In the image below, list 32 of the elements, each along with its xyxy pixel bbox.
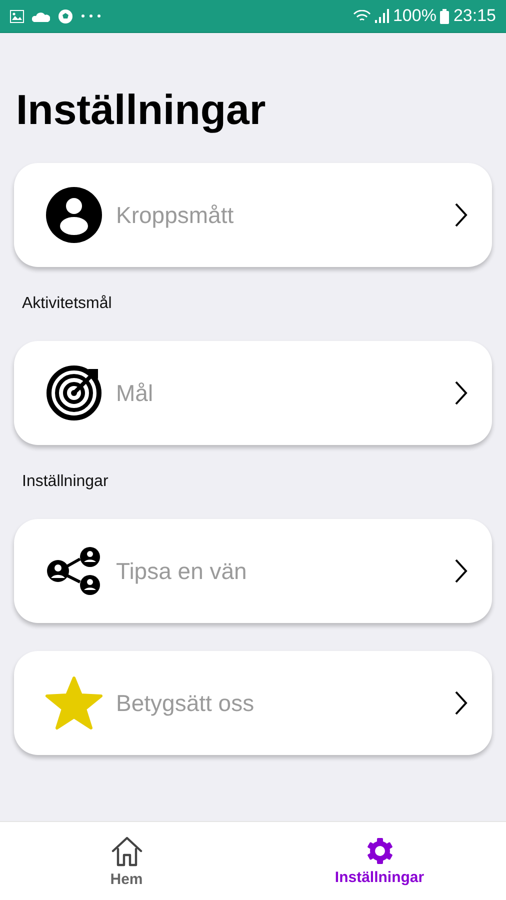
star-icon [45,676,103,730]
signal-icon [374,9,389,23]
item-label: Tipsa en vän [116,558,248,584]
chevron-right-icon [454,558,468,584]
image-icon [10,10,24,22]
item-label: Mål [116,380,154,406]
settings-item[interactable]: Tipsa en vän [14,519,492,623]
settings-item[interactable]: Betygsätt oss [14,651,492,755]
ball-icon [58,8,73,24]
home-icon [110,834,144,866]
people-network-icon [46,546,102,596]
target-icon [46,365,102,421]
settings-item[interactable]: Kroppsmått [14,163,492,267]
settings-item[interactable]: Mål [14,341,492,445]
more-icon [81,14,101,18]
nav-tab[interactable]: Inställningar [253,822,506,900]
wifi-icon [352,10,371,22]
nav-tab[interactable]: Hem [0,822,253,900]
item-label: Betygsätt oss [116,690,256,716]
gear-icon [366,836,394,864]
chevron-right-icon [454,690,468,716]
battery-percent: 100% [392,6,436,26]
battery-icon [440,8,450,24]
clock-time: 23:15 [453,6,496,26]
cloud-icon [32,10,50,22]
chevron-right-icon [454,202,468,228]
section-heading: Inställningar [22,473,110,491]
chevron-right-icon [454,380,468,406]
person-icon [46,187,102,243]
item-label: Kroppsmått [116,202,235,228]
section-heading: Aktivitetsmål [22,295,113,313]
page-title: Inställningar [16,85,267,135]
